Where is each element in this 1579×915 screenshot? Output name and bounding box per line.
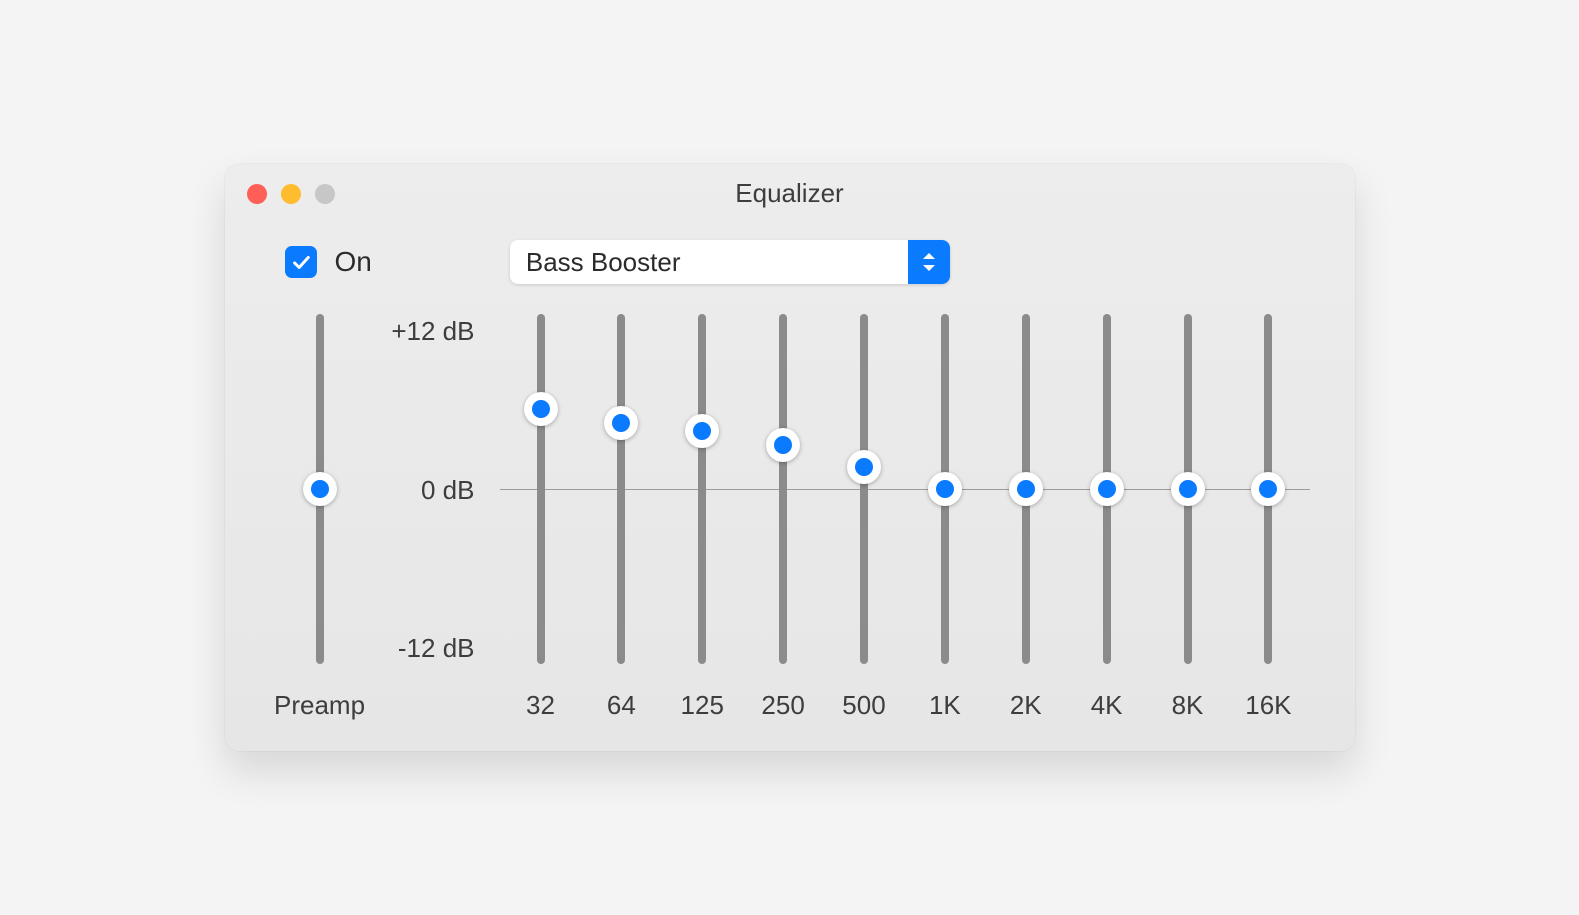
band-column-2K: 2K bbox=[990, 314, 1062, 721]
on-label: On bbox=[335, 246, 372, 278]
preset-stepper[interactable] bbox=[908, 240, 950, 284]
band-label-8K: 8K bbox=[1172, 690, 1204, 721]
titlebar: Equalizer bbox=[225, 164, 1355, 222]
band-slider-thumb-16K[interactable] bbox=[1251, 472, 1285, 506]
band-slider-250[interactable] bbox=[779, 314, 787, 664]
band-slider-4K[interactable] bbox=[1103, 314, 1111, 664]
eq-bands: 32 64 125 250 500 1K 2K 4K 8K 16K bbox=[505, 314, 1305, 721]
window-title: Equalizer bbox=[735, 178, 843, 209]
band-label-64: 64 bbox=[607, 690, 636, 721]
band-column-4K: 4K bbox=[1071, 314, 1143, 721]
scale-zero: 0 dB bbox=[375, 475, 475, 506]
band-slider-125[interactable] bbox=[698, 314, 706, 664]
preamp-slider[interactable] bbox=[316, 314, 324, 664]
equalizer-window: Equalizer On Bass Booster Preamp +12 dB … bbox=[225, 164, 1355, 751]
on-checkbox[interactable] bbox=[285, 246, 317, 278]
band-slider-1K[interactable] bbox=[941, 314, 949, 664]
band-slider-thumb-125[interactable] bbox=[685, 414, 719, 448]
preset-select[interactable]: Bass Booster bbox=[510, 240, 950, 284]
band-slider-thumb-4K[interactable] bbox=[1090, 472, 1124, 506]
band-label-4K: 4K bbox=[1091, 690, 1123, 721]
band-column-125: 125 bbox=[666, 314, 738, 721]
window-controls bbox=[247, 184, 335, 204]
controls-row: On Bass Booster bbox=[225, 222, 1355, 314]
preamp-label: Preamp bbox=[274, 690, 365, 721]
preamp-slider-thumb[interactable] bbox=[303, 472, 337, 506]
band-slider-thumb-64[interactable] bbox=[604, 406, 638, 440]
db-scale: +12 dB 0 dB -12 dB bbox=[375, 314, 475, 664]
band-label-32: 32 bbox=[526, 690, 555, 721]
band-label-16K: 16K bbox=[1245, 690, 1291, 721]
band-slider-thumb-8K[interactable] bbox=[1171, 472, 1205, 506]
band-slider-2K[interactable] bbox=[1022, 314, 1030, 664]
band-column-8K: 8K bbox=[1152, 314, 1224, 721]
band-column-32: 32 bbox=[505, 314, 577, 721]
band-slider-thumb-32[interactable] bbox=[524, 392, 558, 426]
band-column-64: 64 bbox=[585, 314, 657, 721]
minimize-button[interactable] bbox=[281, 184, 301, 204]
preamp-column: Preamp bbox=[275, 314, 365, 721]
band-column-1K: 1K bbox=[909, 314, 981, 721]
band-slider-64[interactable] bbox=[617, 314, 625, 664]
band-slider-500[interactable] bbox=[860, 314, 868, 664]
maximize-button[interactable] bbox=[315, 184, 335, 204]
band-label-1K: 1K bbox=[929, 690, 961, 721]
band-slider-32[interactable] bbox=[537, 314, 545, 664]
preset-value: Bass Booster bbox=[510, 240, 908, 284]
equalizer-body: Preamp +12 dB 0 dB -12 dB 32 64 125 250 500 1… bbox=[225, 314, 1355, 721]
band-column-500: 500 bbox=[828, 314, 900, 721]
band-label-2K: 2K bbox=[1010, 690, 1042, 721]
scale-max: +12 dB bbox=[375, 316, 475, 347]
band-slider-thumb-1K[interactable] bbox=[928, 472, 962, 506]
band-label-250: 250 bbox=[761, 690, 804, 721]
band-label-125: 125 bbox=[681, 690, 724, 721]
band-slider-thumb-250[interactable] bbox=[766, 428, 800, 462]
band-slider-thumb-500[interactable] bbox=[847, 450, 881, 484]
band-column-16K: 16K bbox=[1232, 314, 1304, 721]
band-slider-8K[interactable] bbox=[1184, 314, 1192, 664]
band-label-500: 500 bbox=[842, 690, 885, 721]
band-column-250: 250 bbox=[747, 314, 819, 721]
check-icon bbox=[290, 251, 312, 273]
chevron-down-icon bbox=[922, 263, 936, 273]
band-slider-16K[interactable] bbox=[1264, 314, 1272, 664]
scale-min: -12 dB bbox=[375, 633, 475, 664]
close-button[interactable] bbox=[247, 184, 267, 204]
band-slider-thumb-2K[interactable] bbox=[1009, 472, 1043, 506]
chevron-up-icon bbox=[922, 251, 936, 261]
